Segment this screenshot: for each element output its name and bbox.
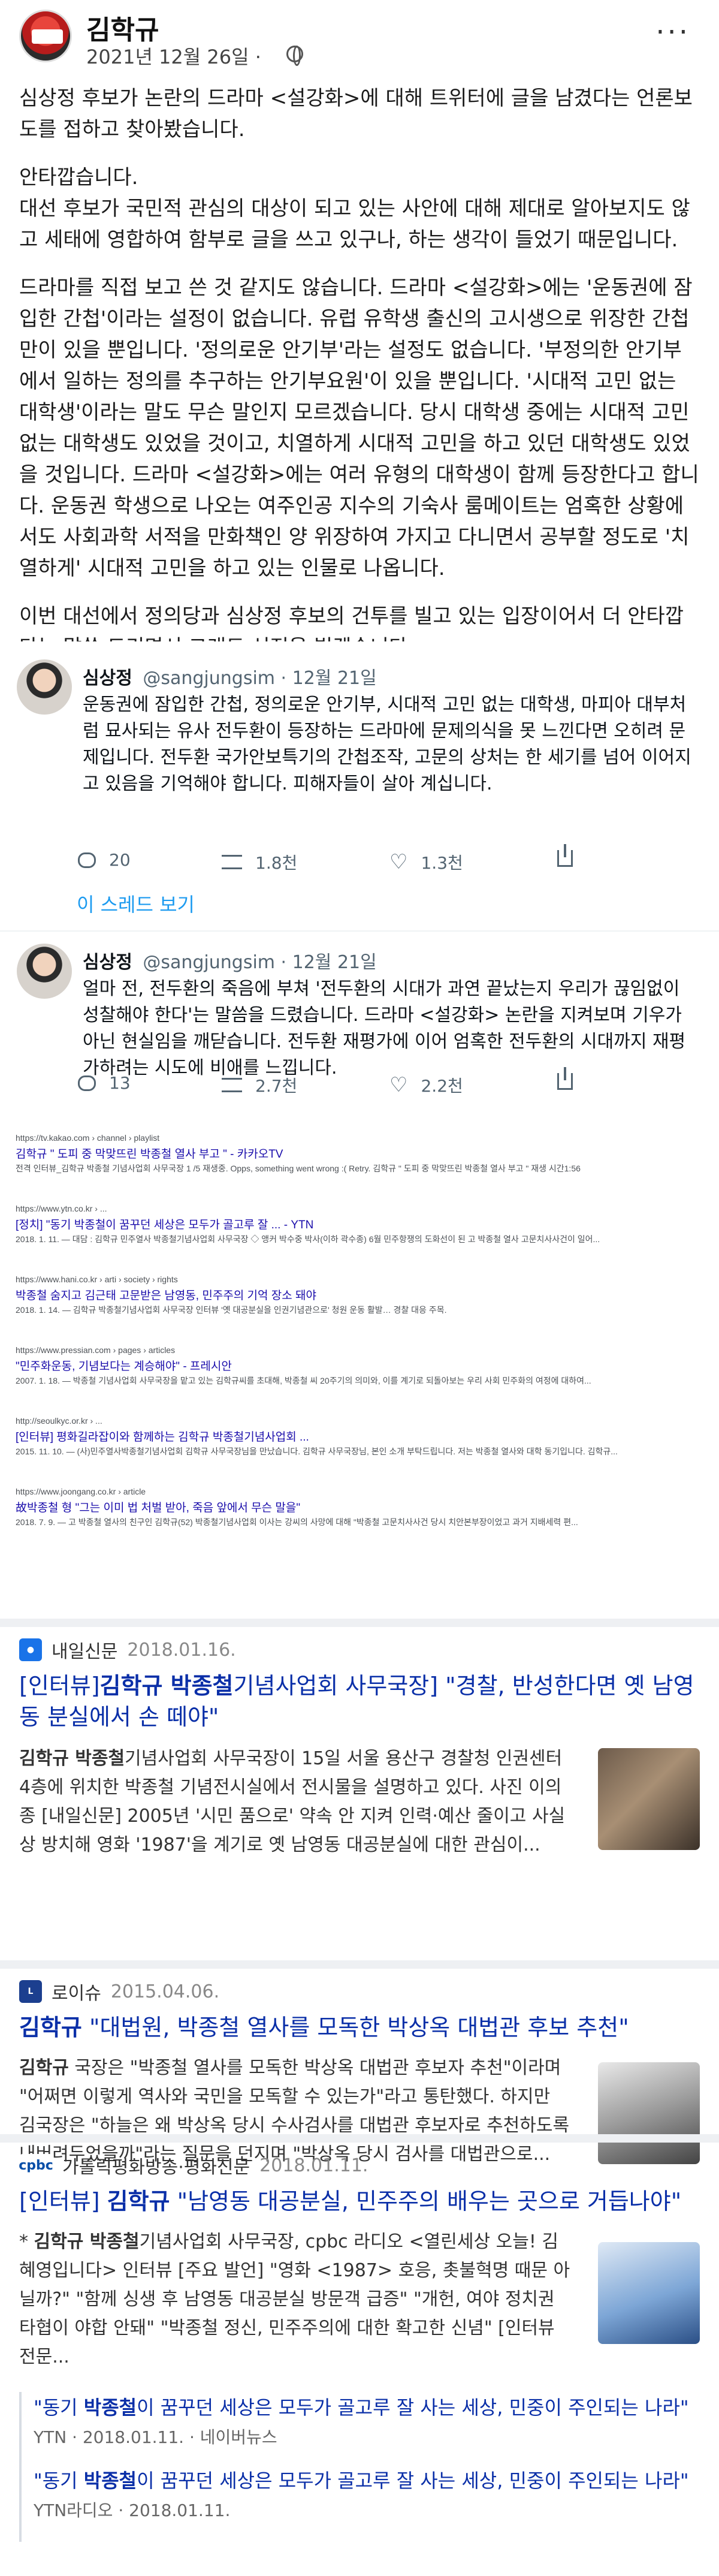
- divider: [0, 2134, 719, 2143]
- result-title[interactable]: 김학규 " 도피 중 막맞뜨린 박종철 열사 부고 " - 카카오TV: [16, 1145, 705, 1161]
- news-title[interactable]: 김학규 "대법원, 박종철 열사를 모독한 박상옥 대법관 후보 추천": [19, 2012, 702, 2043]
- divider: [0, 1960, 719, 1969]
- search-result[interactable]: https://www.joongang.co.kr › article 故박종…: [16, 1487, 705, 1528]
- result-url: https://www.ytn.co.kr › ...: [16, 1204, 107, 1213]
- post-paragraph: 드라마를 직접 보고 쓴 것 같지도 않습니다. 드라마 <설강화>에는 '운동…: [19, 276, 699, 580]
- like-button[interactable]: ♡ 1.3천: [389, 850, 463, 874]
- search-result[interactable]: https://www.ytn.co.kr › ... [정치] "동기 박종철…: [16, 1204, 705, 1245]
- author-avatar[interactable]: [19, 10, 72, 62]
- retweet-icon: [222, 855, 242, 869]
- result-url: https://www.pressian.com › pages › artic…: [16, 1345, 176, 1355]
- news-item[interactable]: cpbc 가톨릭평화방송·평화신문 2018.01.11. [인터뷰] 김학규 …: [0, 2152, 719, 2572]
- news-thumbnail[interactable]: [598, 2242, 700, 2344]
- share-icon: [557, 844, 573, 867]
- result-url: https://www.hani.co.kr › arti › society …: [16, 1275, 178, 1284]
- divider: [0, 1619, 719, 1627]
- globe-icon: [286, 46, 303, 66]
- result-snippet: 2018. 7. 9. — 고 박종철 열사의 친구인 김학규(52) 박종철기…: [16, 1517, 578, 1527]
- post-paragraph: 심상정 후보가 논란의 드라마 <설강화>에 대해 트위터에 글을 남겼다는 언…: [19, 86, 693, 141]
- tweet-avatar[interactable]: [17, 659, 72, 715]
- post-date[interactable]: 2021년 12월 26일 ·: [86, 42, 261, 70]
- tweet-handle: @sangjungsim · 12월 21일: [143, 952, 377, 973]
- author-name[interactable]: 김학규: [86, 8, 159, 47]
- result-url: http://seoulkyc.or.kr › ...: [16, 1416, 102, 1426]
- news-item[interactable]: ● 내일신문 2018.01.16. [인터뷰]김학규 박종철기념사업회 사무국…: [0, 1637, 719, 1936]
- related-news-item[interactable]: "동기 박종철이 꿈꾸던 세상은 모두가 골고루 잘 사는 세상, 민중이 주인…: [34, 2467, 699, 2521]
- search-result[interactable]: https://tv.kakao.com › channel › playlis…: [16, 1133, 705, 1174]
- news-snippet: 김학규 박종철기념사업회 사무국장이 15일 서울 용산구 경찰청 인권센터 4…: [19, 1748, 566, 1855]
- tweet-handle: @sangjungsim · 12월 21일: [143, 668, 377, 689]
- related-news-source: YTN라디오: [34, 2500, 113, 2520]
- tweet-text: 운동권에 잠입한 간첩, 정의로운 안기부, 시대적 고민 없는 대학생, 마피…: [83, 694, 691, 794]
- result-title[interactable]: [인터뷰] 평화길라잡이와 함께하는 김학규 박종철기념사업회 ...: [16, 1428, 705, 1444]
- tweet-avatar[interactable]: [17, 944, 72, 999]
- divider: [0, 930, 719, 932]
- reply-button[interactable]: 13: [78, 1073, 131, 1093]
- retweet-button[interactable]: 2.7천: [222, 1073, 297, 1097]
- like-button[interactable]: ♡ 2.2천: [389, 1073, 463, 1097]
- news-date: 2015.04.06.: [110, 1981, 220, 2002]
- retweet-button[interactable]: 1.8천: [222, 850, 297, 874]
- news-snippet: * 김학규 박종철기념사업회 사무국장, cpbc 라디오 <열린세상 오늘! …: [19, 2231, 570, 2367]
- heart-icon: ♡: [389, 850, 408, 874]
- news-thumbnail[interactable]: [598, 1748, 700, 1850]
- result-snippet: 2007. 1. 18. — 박종철 기념사업회 사무국장을 맡고 있는 김학규…: [16, 1376, 591, 1385]
- related-news-title[interactable]: "동기 박종철이 꿈꾸던 세상은 모두가 골고루 잘 사는 세상, 민중이 주인…: [34, 2467, 699, 2494]
- google-results-screenshot: https://tv.kakao.com › channel › playlis…: [0, 1127, 719, 1589]
- news-source[interactable]: 로이슈: [52, 1978, 101, 2005]
- news-thumbnail[interactable]: [598, 2062, 700, 2164]
- news-source[interactable]: 내일신문: [52, 1637, 117, 1663]
- press-logo-icon: L: [19, 1980, 42, 2003]
- press-logo-icon: cpbc: [19, 2154, 53, 2177]
- search-result[interactable]: https://www.pressian.com › pages › artic…: [16, 1345, 705, 1387]
- related-news-bar: [19, 2392, 22, 2542]
- show-thread-link[interactable]: 이 스레드 보기: [77, 890, 195, 917]
- result-title[interactable]: 박종철 숨지고 김근태 고문받은 남영동, 민주주의 기억 장소 돼야: [16, 1287, 705, 1303]
- result-snippet: 2015. 11. 10. — (사)민주열사박종철기념사업회 김학규 사무국장…: [16, 1447, 618, 1456]
- result-snippet: 2018. 1. 11. — 대담 : 김학규 민주열사 박종철기념사업회 사무…: [16, 1234, 600, 1244]
- retweet-icon: [222, 1078, 242, 1092]
- related-news-title[interactable]: "동기 박종철이 꿈꾸던 세상은 모두가 골고루 잘 사는 세상, 민중이 주인…: [34, 2394, 699, 2421]
- share-button[interactable]: [557, 1067, 573, 1090]
- tweet-author[interactable]: 심상정: [83, 952, 132, 973]
- news-date: 2018.01.16.: [127, 1639, 236, 1661]
- share-button[interactable]: [557, 844, 573, 867]
- share-icon: [557, 1067, 573, 1090]
- search-result[interactable]: http://seoulkyc.or.kr › ... [인터뷰] 평화길라잡이…: [16, 1416, 705, 1457]
- result-snippet: 전격 인터뷰_김학규 박종철 기념사업회 사무국장 1 /5 재생중. Opps…: [16, 1164, 581, 1173]
- related-news-item[interactable]: "동기 박종철이 꿈꾸던 세상은 모두가 골고루 잘 사는 세상, 민중이 주인…: [34, 2394, 699, 2448]
- tweet-text: 얼마 전, 전두환의 죽음에 부쳐 '전두환의 시대가 과연 끝났는지 우리가 …: [83, 978, 686, 1078]
- result-url: https://www.joongang.co.kr › article: [16, 1487, 146, 1496]
- news-title[interactable]: [인터뷰]김학규 박종철기념사업회 사무국장] "경찰, 반성한다면 옛 남영동…: [19, 1670, 702, 1733]
- result-title[interactable]: [정치] "동기 박종철이 꿈꾸던 세상은 모두가 골고루 잘 ... - YT…: [16, 1216, 705, 1232]
- post-paragraph: 안타깝습니다. 대선 후보가 국민적 관심의 대상이 되고 있는 사안에 대해 …: [19, 165, 690, 252]
- search-result[interactable]: https://www.hani.co.kr › arti › society …: [16, 1275, 705, 1316]
- result-url: https://tv.kakao.com › channel › playlis…: [16, 1133, 160, 1143]
- reply-icon: [78, 852, 96, 868]
- result-title[interactable]: 故박종철 형 "그는 이미 법 처벌 받아, 죽음 앞에서 무슨 말을": [16, 1499, 705, 1515]
- reply-icon: [78, 1075, 96, 1091]
- press-logo-icon: ●: [19, 1638, 42, 1661]
- post-header: 김학규 2021년 12월 26일 · ···: [0, 0, 719, 72]
- post-body: 심상정 후보가 논란의 드라마 <설강화>에 대해 트위터에 글을 남겼다는 언…: [19, 83, 700, 680]
- related-news-extra: 네이버뉴스: [200, 2427, 277, 2447]
- news-date: 2018.01.11.: [259, 2155, 368, 2176]
- tweet-actions: 13 2.7천 ♡ 2.2천: [78, 1067, 683, 1099]
- more-options-icon[interactable]: ···: [655, 18, 690, 47]
- tweet-author[interactable]: 심상정: [83, 668, 132, 689]
- related-news-source: YTN: [34, 2427, 67, 2447]
- heart-icon: ♡: [389, 1073, 408, 1097]
- tweet-actions: 20 1.8천 ♡ 1.3천: [78, 844, 683, 876]
- tweets-screenshot: 심상정 @sangjungsim · 12월 21일 운동권에 잠입한 간첩, …: [0, 641, 719, 1121]
- result-snippet: 2018. 1. 14. — 김학규 박종철기념사업회 사무국장 인터뷰 '옛 …: [16, 1305, 447, 1315]
- news-source[interactable]: 가톨릭평화방송·평화신문: [62, 2152, 250, 2179]
- news-title[interactable]: [인터뷰] 김학규 "남영동 대공분실, 민주주의 배우는 곳으로 거듭나야": [19, 2186, 702, 2217]
- reply-button[interactable]: 20: [78, 850, 131, 870]
- related-news-date: 2018.01.11.: [82, 2427, 185, 2447]
- related-news-date: 2018.01.11.: [129, 2500, 231, 2520]
- result-title[interactable]: "민주화운동, 기념보다는 계승해야" - 프레시안: [16, 1357, 705, 1373]
